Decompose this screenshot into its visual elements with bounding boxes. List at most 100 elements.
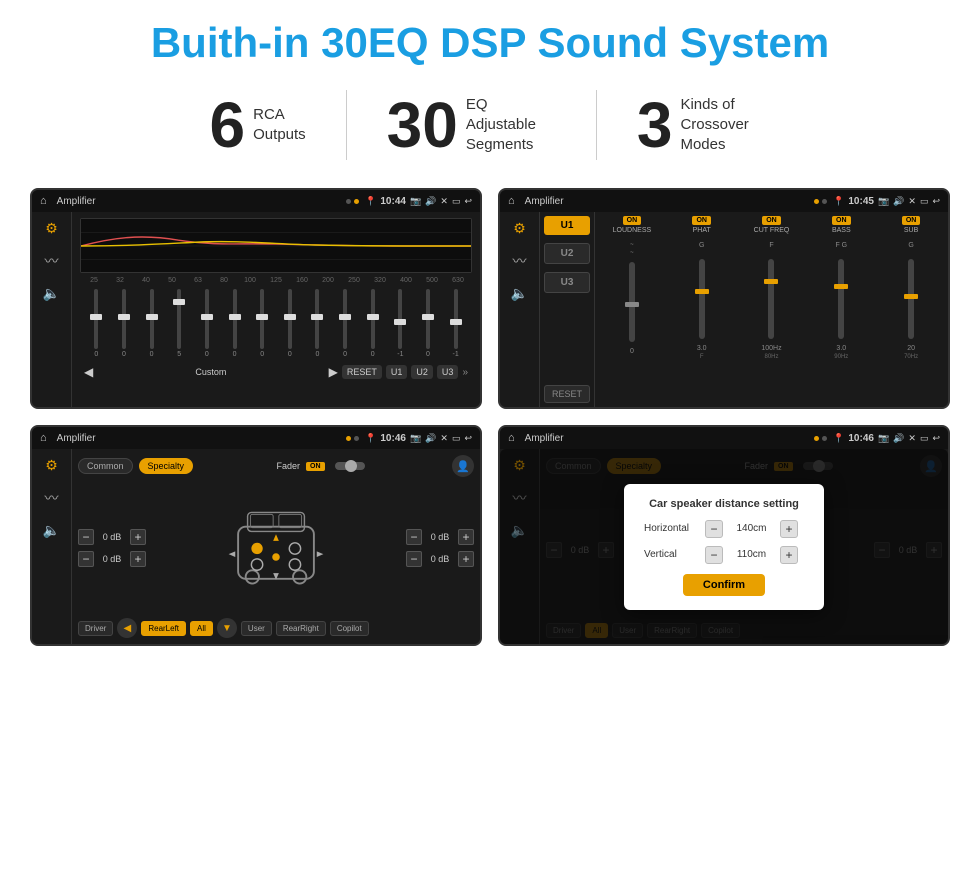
slider-thumb-12[interactable]	[422, 314, 434, 320]
db-plus-tl[interactable]: +	[130, 529, 146, 545]
db-plus-br[interactable]: +	[458, 551, 474, 567]
preset-u3[interactable]: U3	[544, 272, 590, 293]
sidebar-fader-spk[interactable]: 🔈	[43, 522, 60, 539]
reset-amp-btn[interactable]: RESET	[544, 385, 590, 403]
db-minus-tr[interactable]: −	[406, 529, 422, 545]
slider-track-13[interactable]	[454, 289, 458, 349]
home-icon-eq[interactable]: ⌂	[40, 195, 47, 207]
slider-track-0[interactable]	[94, 289, 98, 349]
bass-slider[interactable]	[838, 259, 844, 339]
preset-u2[interactable]: U2	[544, 243, 590, 264]
u3-btn[interactable]: U3	[437, 365, 459, 379]
slider-thumb-2[interactable]	[146, 314, 158, 320]
vertical-plus-btn[interactable]: +	[780, 546, 798, 564]
slider-thumb-10[interactable]	[367, 314, 379, 320]
slider-track-4[interactable]	[205, 289, 209, 349]
preset-u1[interactable]: U1	[544, 216, 590, 235]
db-minus-tl[interactable]: −	[78, 529, 94, 545]
cutfreq-thumb[interactable]	[764, 279, 778, 284]
sidebar-crossover-icon[interactable]: ⚙	[513, 220, 526, 237]
eq-slider-10: 0	[360, 288, 385, 358]
slider-track-2[interactable]	[150, 289, 154, 349]
home-icon-fader[interactable]: ⌂	[40, 432, 47, 444]
tab-specialty[interactable]: Specialty	[139, 458, 194, 474]
person-icon-btn[interactable]: 👤	[452, 455, 474, 477]
u2-btn[interactable]: U2	[411, 365, 433, 379]
back-icon-fader[interactable]: ↩	[464, 433, 472, 444]
slider-track-7[interactable]	[288, 289, 292, 349]
slider-thumb-9[interactable]	[339, 314, 351, 320]
slider-thumb-3[interactable]	[173, 299, 185, 305]
horizontal-minus-btn[interactable]: −	[705, 520, 723, 538]
location-icon-eq: 📍	[365, 196, 376, 207]
sidebar-fader-wave[interactable]: 〰	[45, 488, 59, 508]
sidebar-speaker-icon[interactable]: 🔈	[43, 285, 60, 302]
camera-icon-crossover: 📷	[878, 196, 889, 207]
slider-thumb-8[interactable]	[311, 314, 323, 320]
slider-track-9[interactable]	[343, 289, 347, 349]
bass-thumb[interactable]	[834, 284, 848, 289]
volume-icon-crossover: 🔊	[893, 196, 904, 207]
back-icon-crossover[interactable]: ↩	[932, 196, 940, 207]
eq-next-btn[interactable]: ▶	[329, 365, 338, 379]
driver-btn[interactable]: Driver	[78, 621, 113, 636]
confirm-button[interactable]: Confirm	[683, 574, 765, 596]
loudness-thumb[interactable]	[625, 302, 639, 307]
loudness-slider[interactable]	[629, 262, 635, 342]
slider-track-5[interactable]	[233, 289, 237, 349]
db-val-br: 0 dB	[426, 554, 454, 564]
slider-thumb-6[interactable]	[256, 314, 268, 320]
arrow-down-btn[interactable]: ▼	[217, 618, 237, 638]
db-plus-bl[interactable]: +	[130, 551, 146, 567]
db-plus-tr[interactable]: +	[458, 529, 474, 545]
user-btn[interactable]: User	[241, 621, 272, 636]
slider-thumb-0[interactable]	[90, 314, 102, 320]
vertical-minus-btn[interactable]: −	[705, 546, 723, 564]
fader-on-toggle[interactable]: ON	[306, 462, 325, 471]
slider-thumb-7[interactable]	[284, 314, 296, 320]
freq-25: 25	[82, 277, 106, 284]
slider-track-6[interactable]	[260, 289, 264, 349]
slider-thumb-13[interactable]	[450, 319, 462, 325]
tab-common[interactable]: Common	[78, 458, 133, 474]
x-icon-fader: ✕	[440, 433, 448, 444]
arrow-left-btn[interactable]: ◀	[117, 618, 137, 638]
back-icon-eq[interactable]: ↩	[464, 196, 472, 207]
eq-slider-11: -1	[388, 288, 413, 358]
db-minus-bl[interactable]: −	[78, 551, 94, 567]
sidebar-crossover-spk[interactable]: 🔈	[511, 285, 528, 302]
eq-prev-btn[interactable]: ◀	[84, 365, 93, 379]
back-icon-fd[interactable]: ↩	[932, 433, 940, 444]
slider-thumb-11[interactable]	[394, 319, 406, 325]
home-icon-crossover[interactable]: ⌂	[508, 195, 515, 207]
slider-thumb-1[interactable]	[118, 314, 130, 320]
sub-thumb[interactable]	[904, 294, 918, 299]
db-minus-br[interactable]: −	[406, 551, 422, 567]
channel-sub: ON SUB G 20 70Hz	[878, 216, 944, 403]
sidebar-fader-icon[interactable]: ⚙	[45, 457, 58, 474]
sidebar-eq-icon[interactable]: ⚙	[45, 220, 58, 237]
slider-track-8[interactable]	[315, 289, 319, 349]
slider-thumb-5[interactable]	[229, 314, 241, 320]
copilot-btn[interactable]: Copilot	[330, 621, 369, 636]
sidebar-crossover-wave[interactable]: 〰	[513, 251, 527, 271]
slider-track-10[interactable]	[371, 289, 375, 349]
slider-track-11[interactable]	[398, 289, 402, 349]
slider-track-1[interactable]	[122, 289, 126, 349]
horizontal-plus-btn[interactable]: +	[780, 520, 798, 538]
slider-track-12[interactable]	[426, 289, 430, 349]
reset-btn[interactable]: RESET	[342, 365, 382, 379]
home-icon-fd[interactable]: ⌂	[508, 432, 515, 444]
cutfreq-slider[interactable]	[768, 259, 774, 339]
slider-thumb-4[interactable]	[201, 314, 213, 320]
sidebar-wave-icon[interactable]: 〰	[45, 251, 59, 271]
phat-slider[interactable]	[699, 259, 705, 339]
phat-thumb[interactable]	[695, 289, 709, 294]
slider-track-3[interactable]	[177, 289, 181, 349]
sub-slider[interactable]	[908, 259, 914, 339]
rearright-btn[interactable]: RearRight	[276, 621, 326, 636]
u1-btn[interactable]: U1	[386, 365, 408, 379]
rearleft-btn[interactable]: RearLeft	[141, 621, 186, 636]
all-btn[interactable]: All	[190, 621, 213, 636]
location-icon-fader: 📍	[365, 433, 376, 444]
